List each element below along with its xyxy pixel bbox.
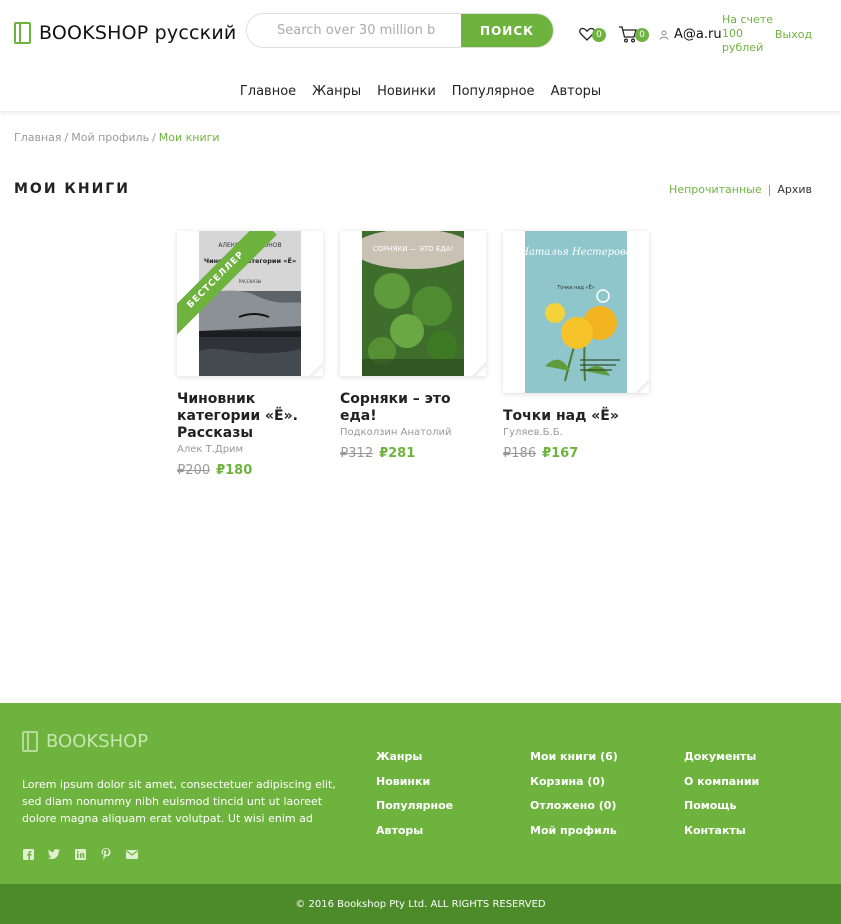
nav-item-main[interactable]: Главное <box>240 84 296 99</box>
footer-link-popular[interactable]: Популярное <box>376 797 453 815</box>
social-links <box>22 848 138 860</box>
book-icon <box>22 731 38 752</box>
new-price: ₽167 <box>542 446 579 461</box>
book-author[interactable]: Подколзин Анатолий <box>340 427 486 438</box>
cart-button[interactable]: 0 <box>618 25 649 43</box>
footer-col-catalog: Жанры Новинки Популярное Авторы <box>376 748 453 839</box>
book-title[interactable]: Точки над «Ё» <box>503 408 649 425</box>
pinterest-icon[interactable] <box>100 848 112 860</box>
book-cover: Наталья Нестерова Точки над «Ё» <box>525 231 627 393</box>
footer-logo-text: BOOKSHOP <box>46 731 149 752</box>
nav-item-authors[interactable]: Авторы <box>551 84 602 99</box>
copyright: © 2016 Bookshop Pty Ltd. ALL RIGHTS RESE… <box>0 884 841 924</box>
footer: BOOKSHOP Lorem ipsum dolor sit amet, con… <box>0 703 841 884</box>
linkedin-icon[interactable] <box>74 848 86 860</box>
footer-link-documents[interactable]: Документы <box>684 748 759 766</box>
footer-link-new[interactable]: Новинки <box>376 773 453 791</box>
nav-item-new[interactable]: Новинки <box>377 84 436 99</box>
book-price: ₽312 ₽281 <box>340 446 486 461</box>
old-price: ₽186 <box>503 446 537 461</box>
cart-count: 0 <box>635 28 649 42</box>
filter-archive[interactable]: Архив <box>777 183 812 196</box>
footer-link-cart[interactable]: Корзина (0) <box>530 773 618 791</box>
old-price: ₽312 <box>340 446 374 461</box>
logo[interactable]: BOOKSHOP русский <box>14 22 236 44</box>
old-price: ₽200 <box>177 463 211 478</box>
breadcrumb-current: Мои книги <box>158 131 220 144</box>
footer-link-my-books[interactable]: Мои книги (6) <box>530 748 618 766</box>
book-filter: Непрочитанные | Архив <box>669 183 812 196</box>
logout-link[interactable]: Выход <box>775 28 812 41</box>
svg-text:Точки над «Ё»: Точки над «Ё» <box>556 284 595 291</box>
logo-text: BOOKSHOP русский <box>39 22 237 44</box>
page-title: МОИ КНИГИ <box>14 181 130 197</box>
user-icon <box>659 30 669 40</box>
svg-text:СОРНЯКИ — ЭТО ЕДА!: СОРНЯКИ — ЭТО ЕДА! <box>373 245 454 253</box>
book-title[interactable]: Сорняки – это еда! <box>340 391 486 425</box>
book-price: ₽186 ₽167 <box>503 446 649 461</box>
footer-link-profile[interactable]: Мой профиль <box>530 822 618 840</box>
favorites-count: 0 <box>592 28 606 42</box>
footer-link-help[interactable]: Помощь <box>684 797 759 815</box>
search-bar: ПОИСК <box>246 13 554 48</box>
footer-link-about[interactable]: О компании <box>684 773 759 791</box>
book-cover: СОРНЯКИ — ЭТО ЕДА! <box>362 231 464 376</box>
book-author[interactable]: Алек Т.Дрим <box>177 444 323 455</box>
user-account[interactable]: A@a.ru <box>659 27 722 42</box>
footer-logo[interactable]: BOOKSHOP <box>22 731 148 752</box>
search-input[interactable] <box>247 14 461 47</box>
breadcrumb-home[interactable]: Главная <box>14 131 62 144</box>
search-button[interactable]: ПОИСК <box>461 14 553 47</box>
breadcrumb-profile[interactable]: Мой профиль <box>71 131 149 144</box>
book-cover-frame[interactable]: Наталья Нестерова Точки над «Ё» <box>503 231 649 393</box>
footer-link-authors[interactable]: Авторы <box>376 822 453 840</box>
account-balance: На счете 100 рублей <box>722 13 773 54</box>
breadcrumb: Главная / Мой профиль / Мои книги <box>14 131 220 144</box>
footer-link-genres[interactable]: Жанры <box>376 748 453 766</box>
facebook-icon[interactable] <box>22 848 34 860</box>
book-card[interactable]: Наталья Нестерова Точки над «Ё» Точки на… <box>503 231 649 461</box>
book-cover-frame[interactable]: АЛЕКСЕЙ ЛИМОНОВ Чиновник категории «Ё» Р… <box>177 231 323 376</box>
nav-item-popular[interactable]: Популярное <box>452 84 535 99</box>
book-title[interactable]: Чиновник категории «Ё». Рассказы <box>177 391 323 442</box>
twitter-icon[interactable] <box>48 848 60 860</box>
book-price: ₽200 ₽180 <box>177 463 323 478</box>
filter-unread[interactable]: Непрочитанные <box>669 183 762 196</box>
book-author[interactable]: Гуляев.Б.Б. <box>503 427 649 438</box>
book-card[interactable]: СОРНЯКИ — ЭТО ЕДА! Сорняки – это еда! По… <box>340 231 486 461</box>
user-name: A@a.ru <box>674 27 722 42</box>
svg-text:РАССКАЗЫ: РАССКАЗЫ <box>239 279 262 284</box>
svg-text:Наталья Нестерова: Наталья Нестерова <box>525 247 627 258</box>
book-icon <box>14 22 31 44</box>
book-cover-frame[interactable]: СОРНЯКИ — ЭТО ЕДА! <box>340 231 486 376</box>
footer-link-postponed[interactable]: Отложено (0) <box>530 797 618 815</box>
footer-col-info: Документы О компании Помощь Контакты <box>684 748 759 839</box>
favorites-button[interactable]: 0 <box>579 26 606 42</box>
footer-description: Lorem ipsum dolor sit amet, consectetuer… <box>22 778 336 825</box>
nav-item-genres[interactable]: Жанры <box>312 84 361 99</box>
footer-col-account: Мои книги (6) Корзина (0) Отложено (0) М… <box>530 748 618 839</box>
new-price: ₽180 <box>216 463 253 478</box>
footer-link-contacts[interactable]: Контакты <box>684 822 759 840</box>
mail-icon[interactable] <box>126 848 138 860</box>
header: BOOKSHOP русский ПОИСК 0 0 A@a.ru На сче… <box>0 0 841 72</box>
new-price: ₽281 <box>379 446 416 461</box>
book-card[interactable]: АЛЕКСЕЙ ЛИМОНОВ Чиновник категории «Ё» Р… <box>177 231 323 478</box>
main-nav: Главное Жанры Новинки Популярное Авторы <box>0 72 841 112</box>
